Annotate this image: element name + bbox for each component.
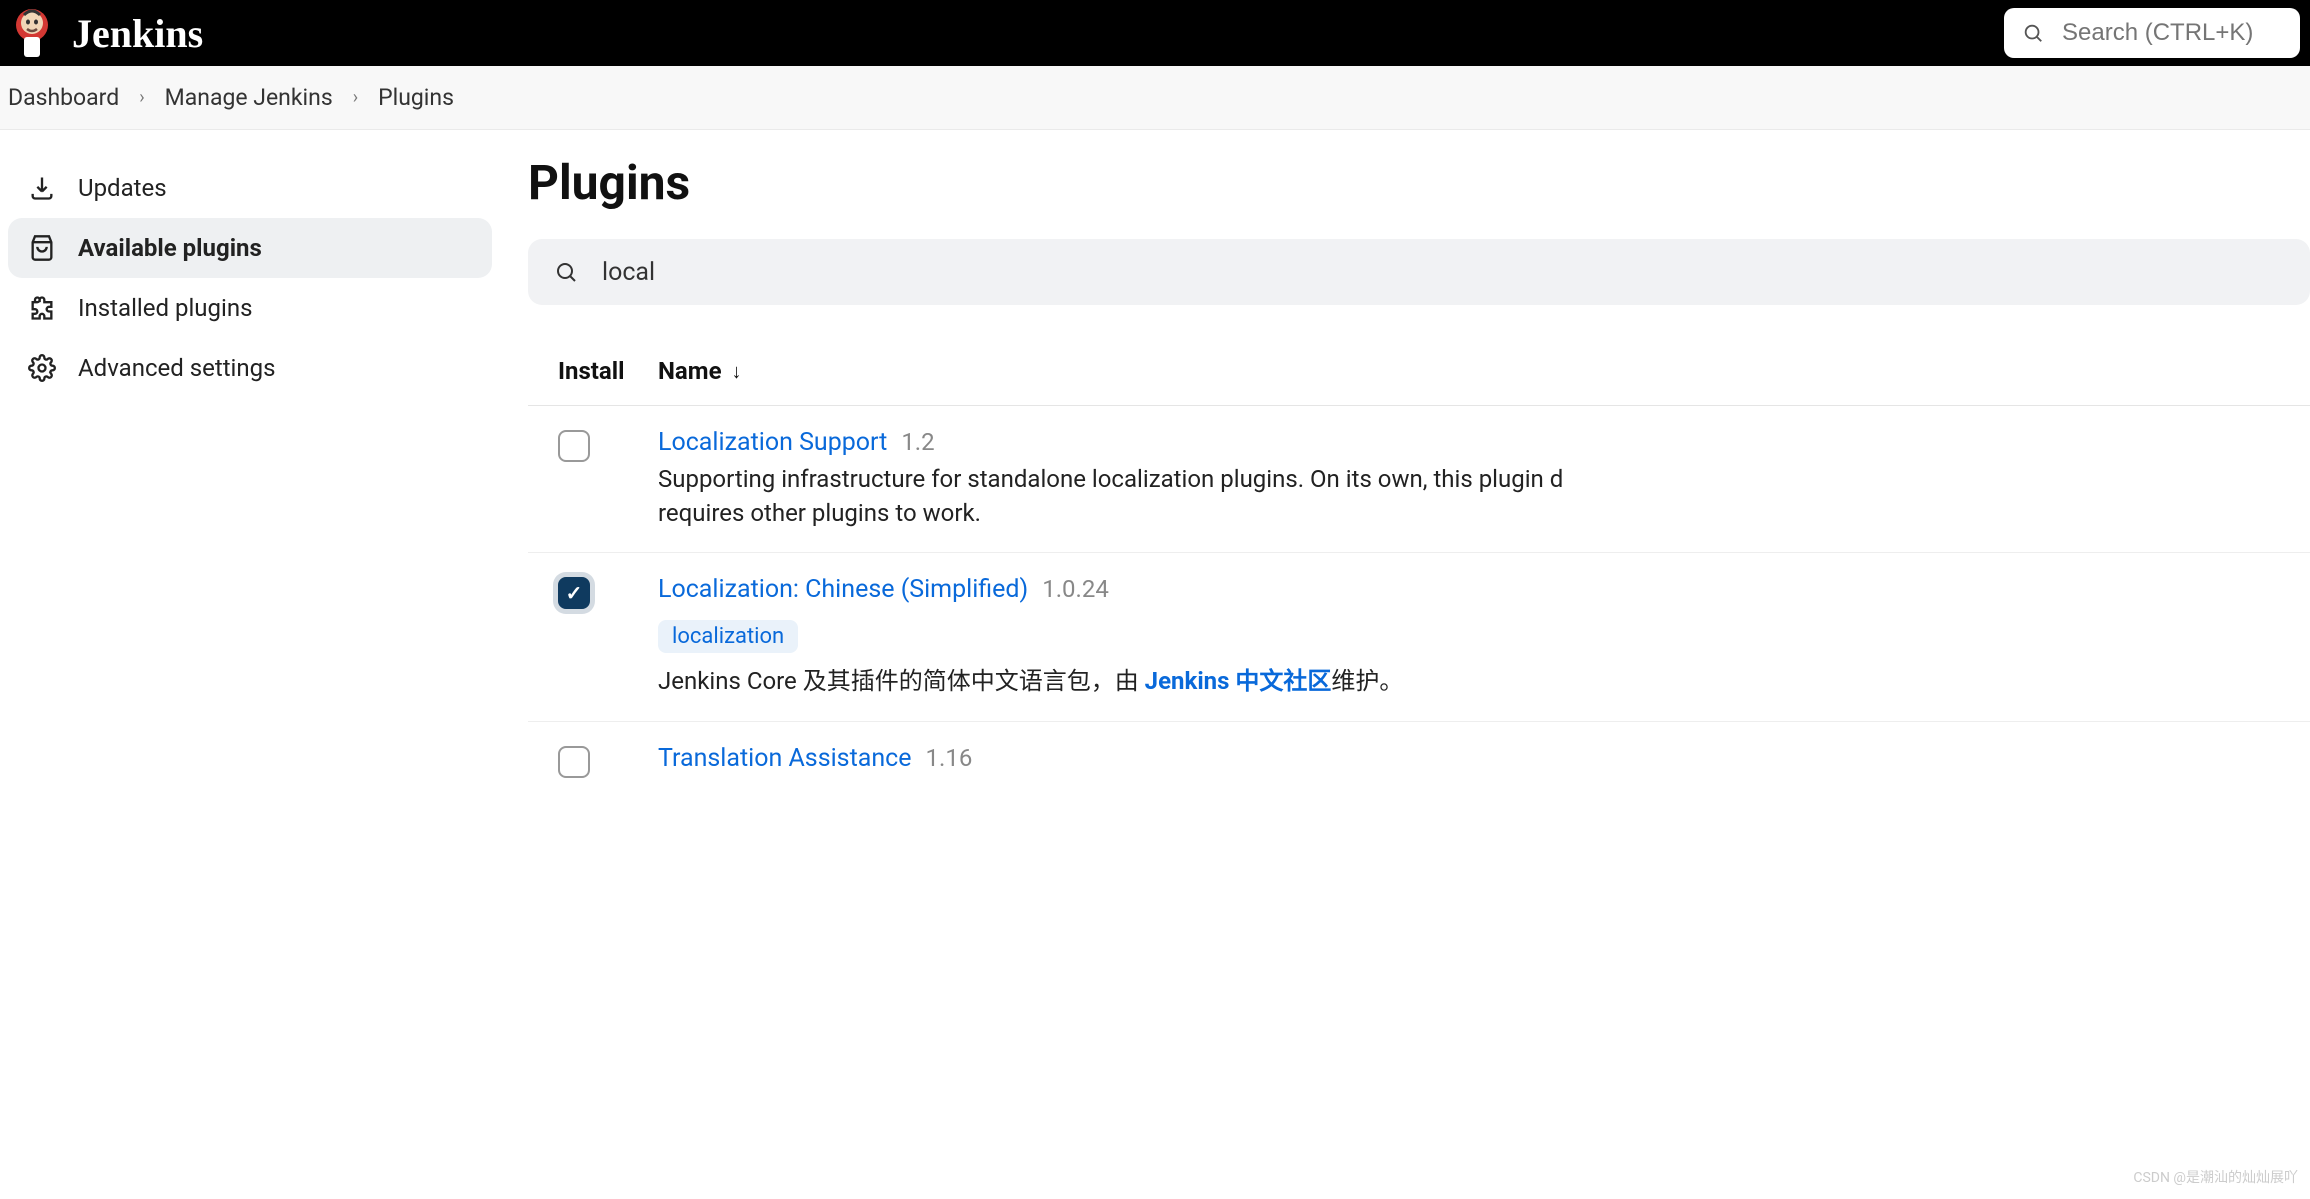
gear-icon bbox=[28, 354, 56, 382]
search-icon bbox=[554, 260, 578, 284]
plugin-desc-link[interactable]: Jenkins 中文社区 bbox=[1145, 667, 1332, 695]
page-title: Plugins bbox=[528, 154, 2310, 211]
plugin-name-link[interactable]: Translation Assistance bbox=[658, 744, 912, 773]
sort-arrow-icon: ↓ bbox=[732, 359, 742, 384]
content: Plugins local Install Name ↓ Localizatio… bbox=[500, 130, 2310, 801]
plugin-tag[interactable]: localization bbox=[658, 620, 798, 653]
plugin-filter[interactable]: local bbox=[528, 239, 2310, 305]
chevron-right-icon: › bbox=[139, 87, 144, 108]
sidebar-item-installed-plugins[interactable]: Installed plugins bbox=[8, 278, 492, 338]
global-search[interactable] bbox=[2004, 8, 2300, 58]
watermark: CSDN @是潮汕的灿灿展吖 bbox=[2133, 1167, 2298, 1187]
plugin-version: 1.0.24 bbox=[1042, 575, 1109, 603]
sidebar-item-label: Advanced settings bbox=[78, 354, 276, 382]
breadcrumb-plugins[interactable]: Plugins bbox=[378, 84, 454, 111]
install-checkbox[interactable] bbox=[558, 430, 590, 462]
chevron-right-icon: › bbox=[353, 87, 358, 108]
breadcrumb-dashboard[interactable]: Dashboard bbox=[8, 84, 119, 111]
brand-name: Jenkins bbox=[72, 10, 203, 57]
brand[interactable]: Jenkins bbox=[10, 5, 203, 61]
sidebar-item-label: Available plugins bbox=[78, 234, 262, 262]
puzzle-icon bbox=[28, 294, 56, 322]
plugin-version: 1.16 bbox=[926, 744, 973, 772]
install-checkbox[interactable] bbox=[558, 746, 590, 778]
download-icon bbox=[28, 174, 56, 202]
breadcrumb-manage-jenkins[interactable]: Manage Jenkins bbox=[165, 84, 333, 111]
plugin-row: Localization: Chinese (Simplified) 1.0.2… bbox=[528, 553, 2310, 722]
sidebar-item-updates[interactable]: Updates bbox=[8, 158, 492, 218]
install-checkbox[interactable] bbox=[558, 577, 590, 609]
main-layout: Updates Available plugins Installed plug… bbox=[0, 130, 2310, 801]
filter-value: local bbox=[602, 258, 655, 287]
col-header-install[interactable]: Install bbox=[558, 357, 658, 385]
table-header: Install Name ↓ bbox=[528, 345, 2310, 406]
plugin-row: Translation Assistance 1.16 bbox=[528, 722, 2310, 801]
sidebar-item-label: Updates bbox=[78, 174, 167, 202]
plugin-name-link[interactable]: Localization: Chinese (Simplified) bbox=[658, 575, 1028, 604]
sidebar-item-advanced-settings[interactable]: Advanced settings bbox=[8, 338, 492, 398]
col-header-name[interactable]: Name ↓ bbox=[658, 357, 2280, 385]
plugin-version: 1.2 bbox=[901, 428, 934, 456]
sidebar: Updates Available plugins Installed plug… bbox=[0, 130, 500, 801]
shopping-bag-icon bbox=[28, 234, 56, 262]
plugin-description: Supporting infrastructure for standalone… bbox=[658, 463, 2280, 530]
jenkins-logo-icon bbox=[10, 5, 54, 61]
search-icon bbox=[2022, 22, 2044, 44]
search-input[interactable] bbox=[2062, 19, 2282, 47]
top-header: Jenkins bbox=[0, 0, 2310, 66]
plugin-name-link[interactable]: Localization Support bbox=[658, 428, 887, 457]
breadcrumb-bar: Dashboard › Manage Jenkins › Plugins bbox=[0, 66, 2310, 130]
plugin-description: Jenkins Core 及其插件的简体中文语言包，由 Jenkins 中文社区… bbox=[658, 665, 2280, 699]
plugin-row: Localization Support 1.2 Supporting infr… bbox=[528, 406, 2310, 553]
sidebar-item-label: Installed plugins bbox=[78, 294, 252, 322]
breadcrumb: Dashboard › Manage Jenkins › Plugins bbox=[8, 84, 2302, 111]
sidebar-item-available-plugins[interactable]: Available plugins bbox=[8, 218, 492, 278]
